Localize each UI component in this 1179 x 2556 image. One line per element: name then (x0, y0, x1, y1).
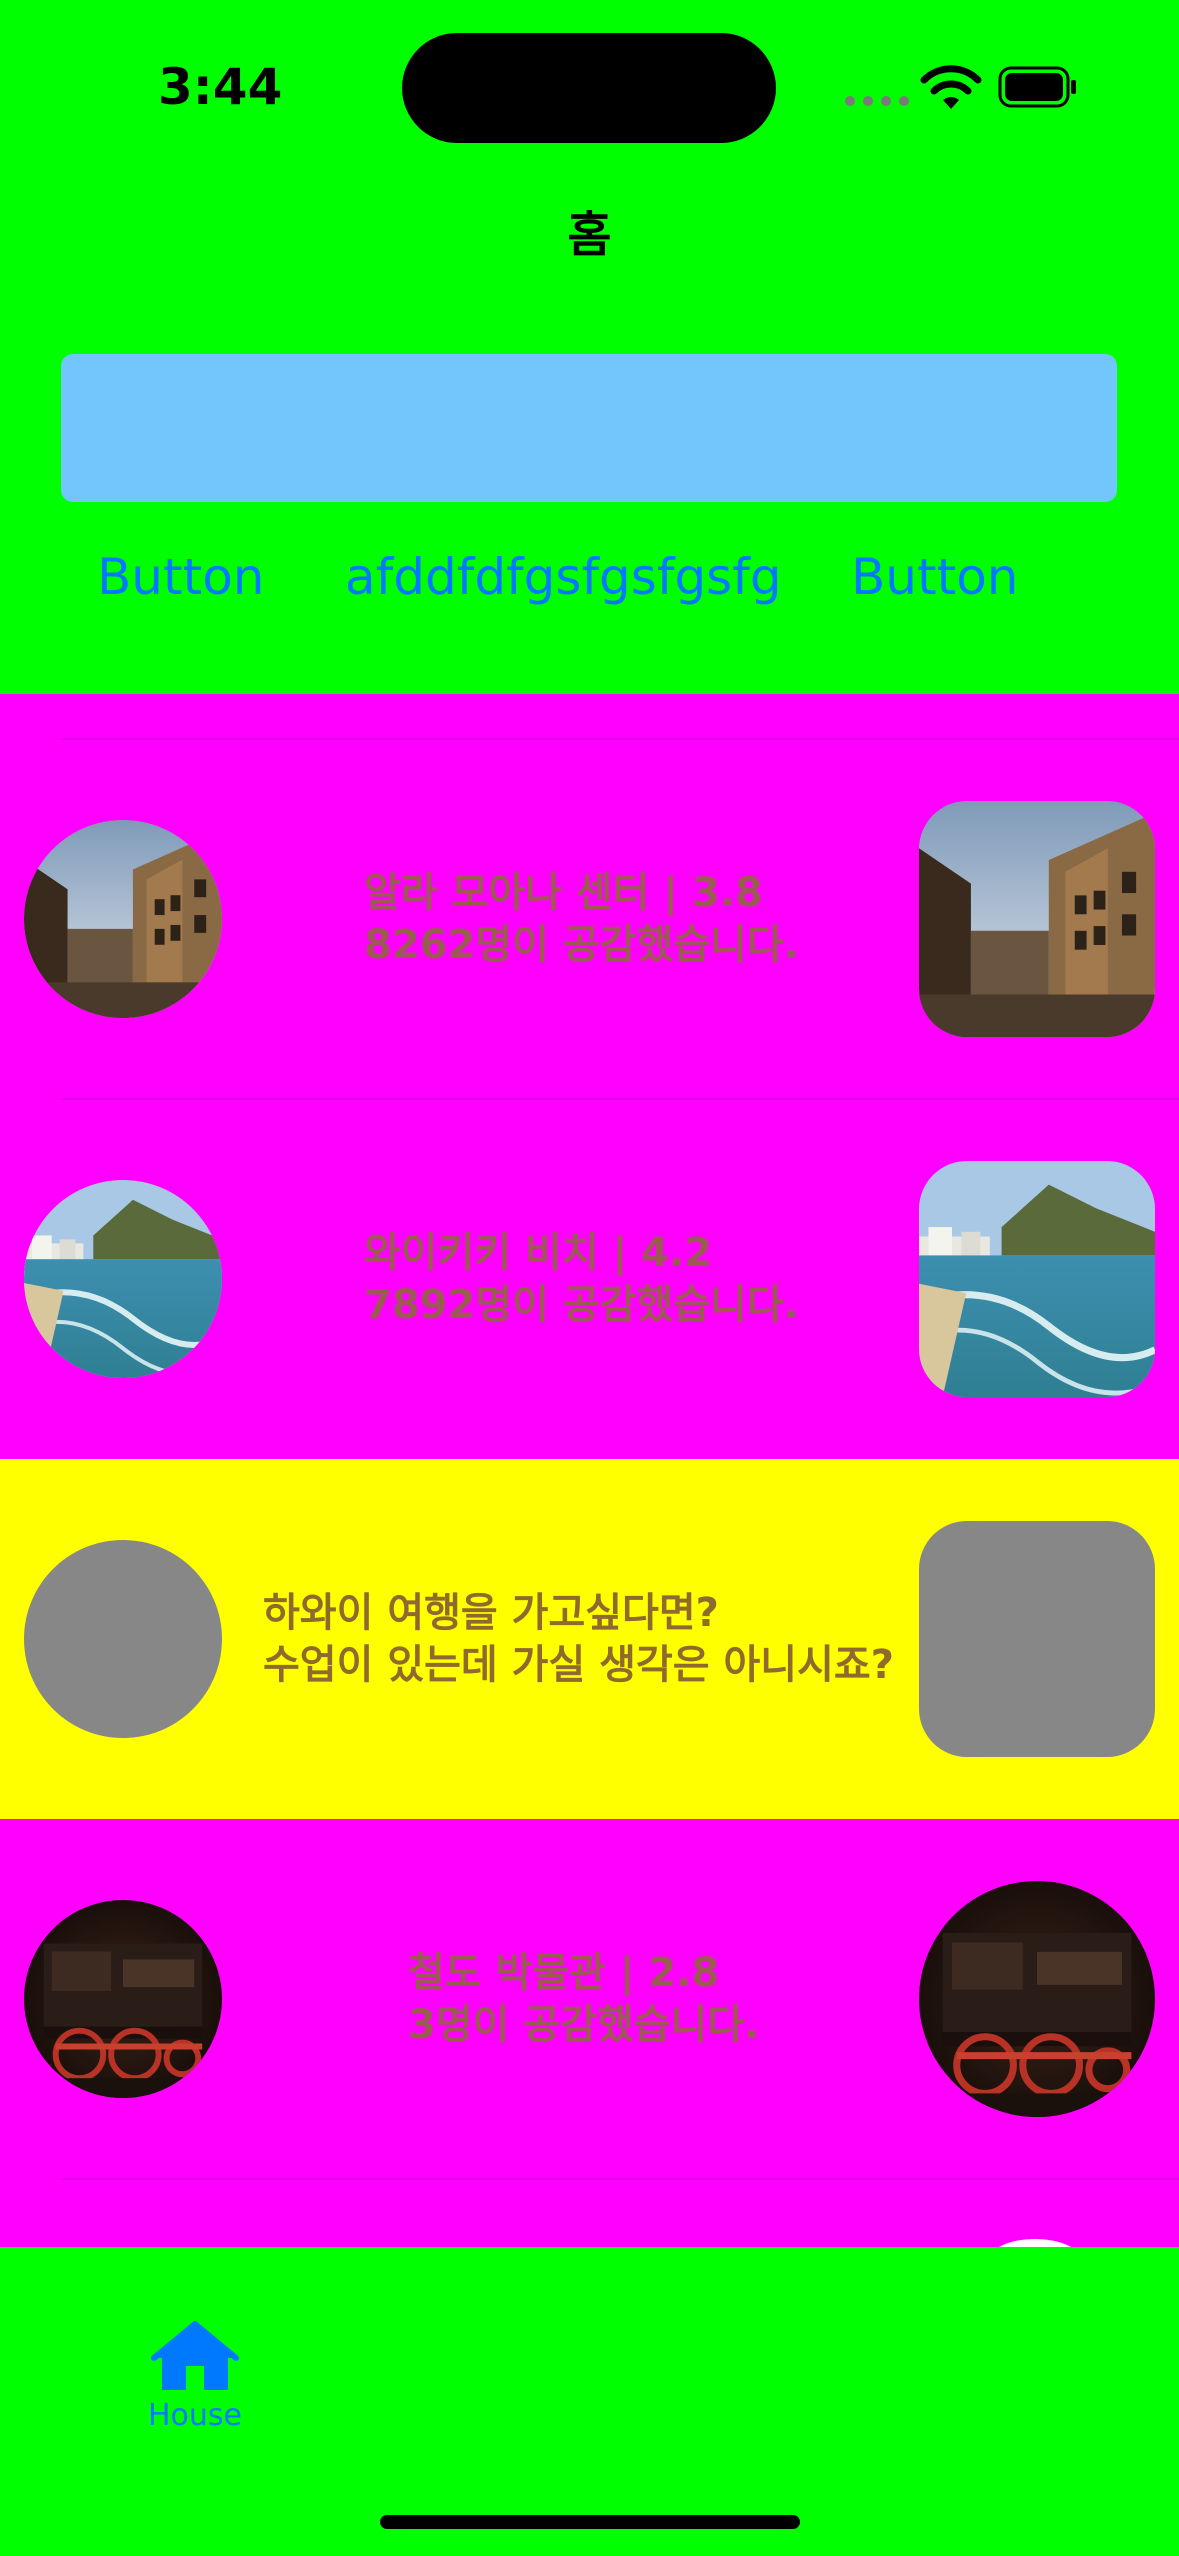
list-item-highlighted[interactable]: 하와이 여행을 가고싶다면? 수업이 있는데 가실 생각은 아니시죠? (0, 1459, 1179, 1819)
dynamic-island (402, 33, 776, 143)
row-text: 알라 모아나 센터 | 3.8 8262명이 공감했습니다. (364, 867, 799, 971)
row-subtitle: 수업이 있는데 가실 생각은 아니시죠? (263, 1642, 894, 1688)
search-input[interactable] (61, 354, 1117, 502)
row-title: 철도 박물관 | 2.8 (408, 1950, 720, 1996)
row-text: 철도 박물관 | 2.8 3명이 공감했습니다. (408, 1947, 759, 2051)
row-thumbnail (919, 1161, 1155, 1397)
row-text: 와이키키 비치 | 4.2 7892명이 공감했습니다. (364, 1227, 799, 1331)
place-list[interactable]: 알라 모아나 센터 | 3.8 8262명이 공감했습니다. 와이키키 비치 |… (0, 694, 1179, 2247)
wifi-icon (920, 65, 982, 109)
battery-icon (998, 66, 1076, 108)
list-item[interactable]: 철도 박물관 | 2.8 3명이 공감했습니다. (0, 1819, 1179, 2179)
next-row-thumbnail-peek (990, 2239, 1080, 2247)
home-indicator[interactable] (380, 2515, 800, 2529)
row-title: 알라 모아나 센터 | 3.8 (364, 870, 763, 916)
center-button[interactable]: afddfdfgsfgsfgsfg (345, 548, 782, 606)
house-icon (151, 2321, 239, 2390)
row-avatar-placeholder (24, 1540, 222, 1738)
row-thumbnail (919, 1881, 1155, 2117)
tab-label: House (147, 2398, 242, 2433)
cellular-signal-icon (845, 96, 909, 106)
status-time: 3:44 (158, 58, 283, 116)
row-thumbnail-placeholder (919, 1521, 1155, 1757)
tab-house[interactable]: House (130, 2320, 260, 2433)
page-title: 홈 (567, 207, 612, 263)
list-item[interactable]: 알라 모아나 센터 | 3.8 8262명이 공감했습니다. (0, 739, 1179, 1099)
row-thumbnail (919, 801, 1155, 1037)
row-subtitle: 3명이 공감했습니다. (408, 2002, 760, 2048)
row-title: 와이키키 비치 | 4.2 (364, 1230, 713, 1276)
row-subtitle: 8262명이 공감했습니다. (364, 922, 799, 968)
tab-bar: House (0, 2247, 1179, 2556)
row-subtitle: 7892명이 공감했습니다. (364, 1282, 799, 1328)
row-avatar (24, 820, 222, 1018)
right-button[interactable]: Button (851, 548, 1018, 606)
row-avatar (24, 1900, 222, 2098)
left-button[interactable]: Button (97, 548, 264, 606)
row-separator (61, 2178, 1179, 2180)
row-text: 하와이 여행을 가고싶다면? 수업이 있는데 가실 생각은 아니시죠? (263, 1587, 894, 1691)
list-item[interactable]: 와이키키 비치 | 4.2 7892명이 공감했습니다. (0, 1099, 1179, 1459)
row-title: 하와이 여행을 가고싶다면? (263, 1590, 719, 1636)
row-avatar (24, 1180, 222, 1378)
